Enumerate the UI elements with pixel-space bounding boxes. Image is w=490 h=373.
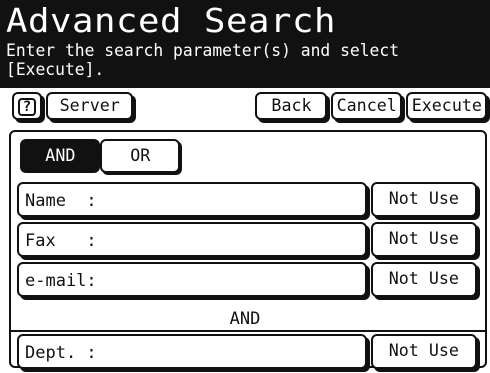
- email-not-use-label: Not Use: [388, 269, 460, 289]
- header-bar: Advanced Search Enter the search paramet…: [0, 0, 490, 88]
- email-field[interactable]: e-mail:: [17, 262, 367, 297]
- fax-field-label: Fax :: [25, 231, 97, 251]
- name-not-use-label: Not Use: [388, 189, 460, 209]
- cancel-button[interactable]: Cancel: [331, 92, 402, 120]
- back-label: Back: [270, 96, 312, 116]
- or-toggle-button[interactable]: OR: [100, 139, 180, 173]
- instruction-text: Enter the search parameter(s) and select…: [6, 41, 400, 80]
- dept-not-use-label: Not Use: [388, 341, 460, 361]
- and-connector-label: AND: [229, 309, 261, 329]
- page-title: Advanced Search: [6, 1, 336, 40]
- dept-field-label: Dept. :: [25, 343, 97, 363]
- name-not-use-button[interactable]: Not Use: [371, 182, 477, 217]
- dept-field[interactable]: Dept. :: [17, 334, 367, 369]
- back-button[interactable]: Back: [255, 92, 327, 120]
- name-field[interactable]: Name :: [17, 182, 367, 217]
- execute-label: Execute: [411, 96, 482, 116]
- fax-field[interactable]: Fax :: [17, 222, 367, 257]
- execute-button[interactable]: Execute: [406, 92, 487, 120]
- and-toggle-label: AND: [44, 146, 76, 166]
- fax-not-use-label: Not Use: [388, 229, 460, 249]
- server-button[interactable]: Server: [46, 92, 133, 120]
- fax-not-use-button[interactable]: Not Use: [371, 222, 477, 257]
- or-toggle-label: OR: [129, 146, 151, 166]
- email-not-use-button[interactable]: Not Use: [371, 262, 477, 297]
- cancel-label: Cancel: [336, 96, 397, 116]
- name-field-label: Name :: [25, 191, 97, 211]
- and-toggle-button[interactable]: AND: [20, 139, 100, 173]
- help-button[interactable]: ?: [12, 92, 42, 120]
- help-icon: ?: [18, 98, 36, 116]
- dept-not-use-button[interactable]: Not Use: [371, 334, 477, 369]
- email-field-label: e-mail:: [25, 271, 97, 291]
- section-divider: [11, 330, 485, 332]
- server-label: Server: [59, 96, 120, 116]
